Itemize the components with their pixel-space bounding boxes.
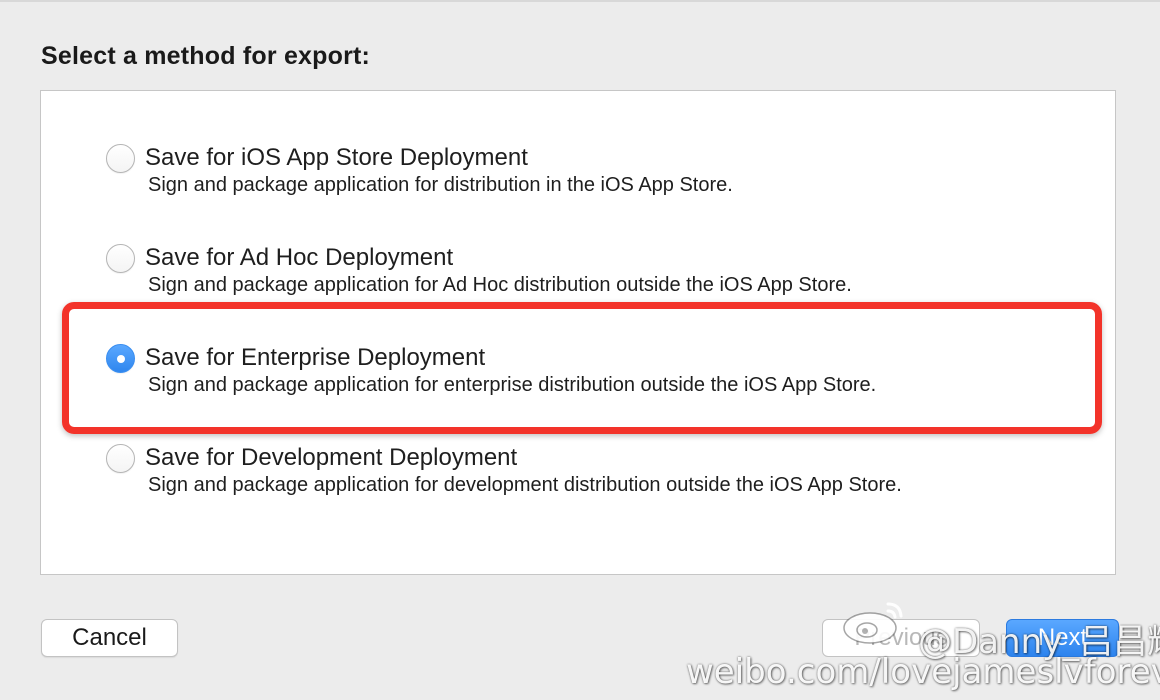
option-development-title[interactable]: Save for Development Deployment bbox=[145, 443, 517, 473]
option-enterprise[interactable]: Save for Enterprise Deployment Sign and … bbox=[106, 343, 1066, 403]
option-ad-hoc-description: Sign and package application for Ad Hoc … bbox=[148, 274, 852, 296]
option-app-store[interactable]: Save for iOS App Store Deployment Sign a… bbox=[106, 143, 1066, 203]
option-enterprise-description: Sign and package application for enterpr… bbox=[148, 374, 877, 396]
radio-selected-dot bbox=[116, 354, 125, 363]
weibo-logo-icon bbox=[843, 602, 903, 644]
option-app-store-description: Sign and package application for distrib… bbox=[148, 174, 733, 196]
cancel-button[interactable]: Cancel bbox=[41, 619, 178, 657]
watermark-url: weibo.com/lovejameslvforever bbox=[686, 652, 1160, 692]
option-development[interactable]: Save for Development Deployment Sign and… bbox=[106, 443, 1066, 503]
radio-ad-hoc[interactable] bbox=[106, 244, 135, 273]
option-app-store-title[interactable]: Save for iOS App Store Deployment bbox=[145, 143, 528, 173]
window-top-divider bbox=[0, 0, 1160, 2]
radio-enterprise[interactable] bbox=[106, 344, 135, 373]
option-enterprise-title[interactable]: Save for Enterprise Deployment bbox=[145, 343, 485, 373]
option-ad-hoc-title[interactable]: Save for Ad Hoc Deployment bbox=[145, 243, 453, 273]
radio-app-store[interactable] bbox=[106, 144, 135, 173]
radio-development[interactable] bbox=[106, 444, 135, 473]
option-development-description: Sign and package application for develop… bbox=[148, 474, 902, 496]
option-ad-hoc[interactable]: Save for Ad Hoc Deployment Sign and pack… bbox=[106, 243, 1066, 303]
export-method-heading: Select a method for export: bbox=[41, 42, 371, 70]
